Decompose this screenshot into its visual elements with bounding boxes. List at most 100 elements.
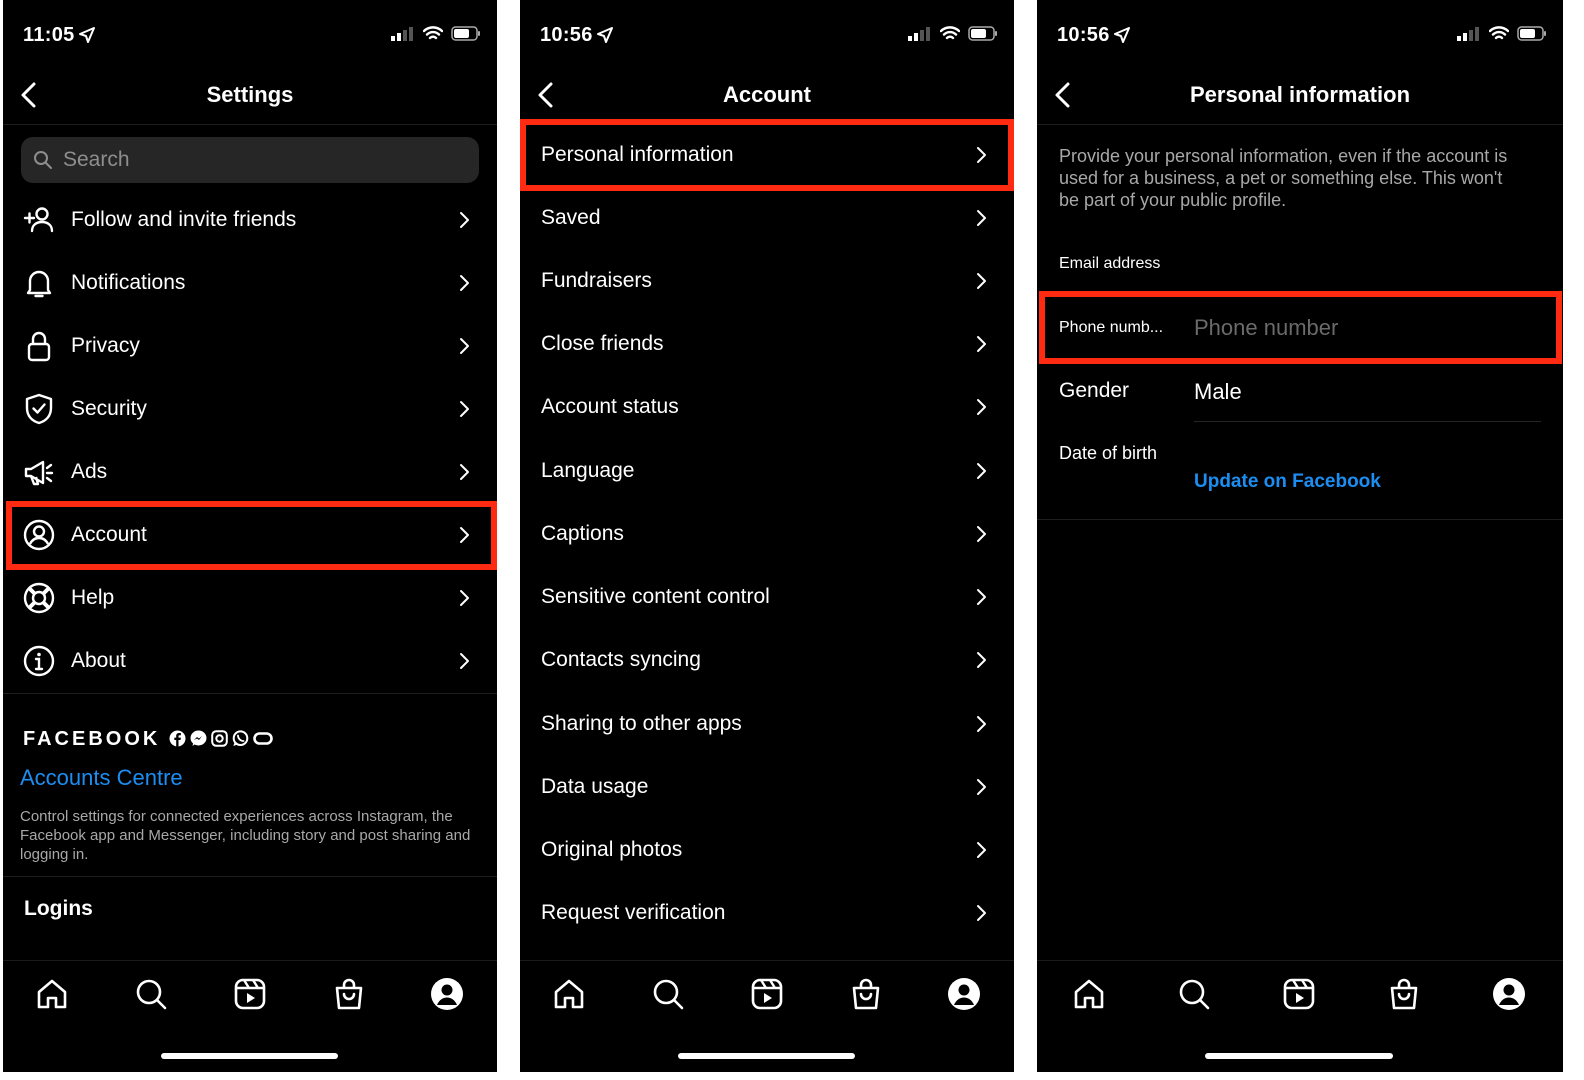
home-indicator[interactable] <box>161 1053 338 1059</box>
date-of-birth-label: Date of birth <box>1059 443 1158 463</box>
logins-heading: Logins <box>24 897 93 920</box>
field-divider <box>1194 421 1541 422</box>
account-item-label: Language <box>541 459 635 482</box>
profile-icon[interactable] <box>1492 977 1526 1011</box>
settings-item-about[interactable]: About <box>3 630 497 692</box>
battery-icon <box>1517 26 1546 41</box>
chevron-right-icon <box>977 210 986 226</box>
chevron-right-icon <box>460 464 469 480</box>
account-item-account-status[interactable]: Account status <box>520 376 1014 438</box>
home-icon[interactable] <box>35 977 69 1011</box>
portal-icon <box>253 732 273 745</box>
account-item-sensitive-content[interactable]: Sensitive content control <box>520 566 1014 628</box>
chevron-right-icon <box>460 275 469 291</box>
settings-item-label: Security <box>71 397 147 420</box>
settings-item-label: Privacy <box>71 334 140 357</box>
location-arrow-icon <box>596 27 613 43</box>
reels-icon[interactable] <box>233 977 267 1011</box>
chevron-right-icon <box>977 779 986 795</box>
accounts-centre-link[interactable]: Accounts Centre <box>20 765 183 791</box>
search-placeholder: Search <box>63 148 130 171</box>
account-item-label: Account status <box>541 395 679 418</box>
cellular-signal-icon <box>391 26 413 41</box>
divider <box>3 693 497 694</box>
settings-item-follow[interactable]: Follow and invite friends <box>3 189 497 251</box>
settings-screen: 11:05 Settings Search Follow and invite … <box>3 0 497 1072</box>
divider <box>3 876 497 877</box>
settings-item-ads[interactable]: Ads <box>3 441 497 503</box>
account-item-data-usage[interactable]: Data usage <box>520 756 1014 818</box>
settings-item-help[interactable]: Help <box>3 567 497 629</box>
status-bar: 10:56 <box>1057 22 1547 50</box>
account-item-label: Contacts syncing <box>541 648 701 671</box>
account-item-fundraisers[interactable]: Fundraisers <box>520 250 1014 312</box>
personal-information-screen: 10:56 Personal information Provide your … <box>1037 0 1563 1072</box>
status-bar: 11:05 <box>23 22 481 50</box>
account-item-close-friends[interactable]: Close friends <box>520 313 1014 375</box>
settings-item-label: About <box>71 649 126 672</box>
chevron-right-icon <box>460 590 469 606</box>
account-item-original-photos[interactable]: Original photos <box>520 819 1014 881</box>
account-item-label: Data usage <box>541 775 649 798</box>
reels-icon[interactable] <box>1282 977 1316 1011</box>
update-on-facebook-link[interactable]: Update on Facebook <box>1194 471 1381 493</box>
chevron-right-icon <box>977 905 986 921</box>
chevron-right-icon <box>460 212 469 228</box>
account-item-request-verification[interactable]: Request verification <box>520 882 1014 944</box>
page-title: Account <box>723 82 811 107</box>
lock-icon <box>27 331 51 362</box>
chevron-right-icon <box>460 338 469 354</box>
search-icon[interactable] <box>134 977 168 1011</box>
cellular-signal-icon <box>908 26 930 41</box>
location-arrow-icon <box>78 27 95 43</box>
location-arrow-icon <box>1113 27 1130 43</box>
search-icon[interactable] <box>651 977 685 1011</box>
chevron-right-icon <box>977 716 986 732</box>
account-item-sharing[interactable]: Sharing to other apps <box>520 693 1014 755</box>
info-icon <box>23 645 55 677</box>
page-title: Settings <box>206 82 294 107</box>
status-time: 10:56 <box>1057 24 1110 46</box>
profile-icon[interactable] <box>947 977 981 1011</box>
divider <box>1037 519 1563 520</box>
shop-icon[interactable] <box>849 977 883 1011</box>
nav-bar: Personal information <box>1037 72 1563 125</box>
home-icon[interactable] <box>1072 977 1106 1011</box>
page-title: Personal information <box>1189 82 1411 107</box>
nav-bar: Settings <box>3 72 497 125</box>
status-bar: 10:56 <box>540 22 998 50</box>
account-item-label: Saved <box>541 206 601 229</box>
account-item-label: Captions <box>541 522 624 545</box>
chevron-right-icon <box>977 399 986 415</box>
account-item-label: Fundraisers <box>541 269 652 292</box>
home-indicator[interactable] <box>1205 1053 1393 1059</box>
account-item-label: Sharing to other apps <box>541 712 742 735</box>
account-item-saved[interactable]: Saved <box>520 187 1014 249</box>
settings-item-security[interactable]: Security <box>3 378 497 440</box>
shield-icon <box>25 393 53 425</box>
shop-icon[interactable] <box>1387 977 1421 1011</box>
reels-icon[interactable] <box>750 977 784 1011</box>
gender-field[interactable]: Male <box>1194 379 1242 405</box>
bell-icon <box>26 270 52 298</box>
account-item-captions[interactable]: Captions <box>520 503 1014 565</box>
email-address-label[interactable]: Email address <box>1059 255 1160 273</box>
account-item-language[interactable]: Language <box>520 440 1014 502</box>
home-indicator[interactable] <box>678 1053 855 1059</box>
megaphone-icon <box>24 460 54 486</box>
account-item-contacts-syncing[interactable]: Contacts syncing <box>520 629 1014 691</box>
chevron-right-icon <box>977 526 986 542</box>
chevron-right-icon <box>977 463 986 479</box>
settings-item-privacy[interactable]: Privacy <box>3 315 497 377</box>
cellular-signal-icon <box>1457 26 1479 41</box>
settings-item-notifications[interactable]: Notifications <box>3 252 497 314</box>
nav-bar: Account <box>520 72 1014 125</box>
search-input[interactable]: Search <box>21 137 479 183</box>
search-icon[interactable] <box>1177 977 1211 1011</box>
chevron-right-icon <box>977 273 986 289</box>
home-icon[interactable] <box>552 977 586 1011</box>
shop-icon[interactable] <box>332 977 366 1011</box>
profile-icon[interactable] <box>430 977 464 1011</box>
add-person-icon <box>23 207 54 233</box>
accounts-centre-description: Control settings for connected experienc… <box>20 808 471 863</box>
